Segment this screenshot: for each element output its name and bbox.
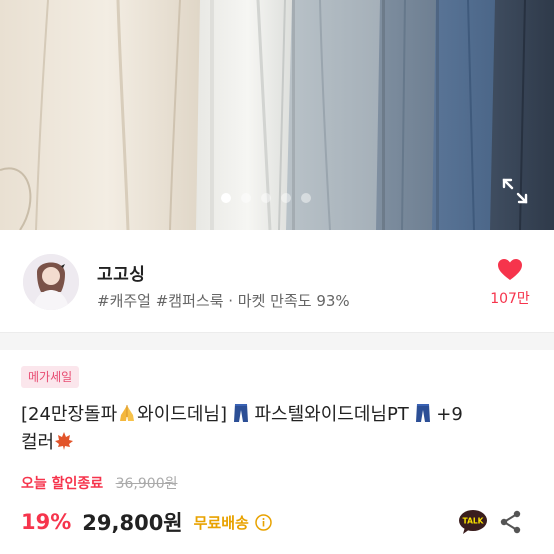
folded-hands-icon (120, 405, 135, 421)
section-divider (0, 332, 554, 350)
title-text: +9 (436, 404, 463, 425)
mega-sale-badge: 메가세일 (21, 366, 80, 388)
free-shipping-label: 무료배송 (193, 513, 249, 532)
title-text: 와이드데님] (137, 404, 227, 425)
discount-rate: 19% (21, 510, 72, 534)
sale-price: 29,800원 (82, 511, 183, 535)
product-image-carousel[interactable] (0, 0, 554, 230)
seller-info[interactable]: 고고싱 #캐주얼 #캠퍼스룩 · 마켓 만족도 93% 107만 (0, 230, 554, 332)
seller-avatar-image (23, 254, 79, 310)
seller-tags: #캐주얼 #캠퍼스룩 · 마켓 만족도 93% (97, 292, 350, 310)
product-title: [24만장돌파 와이드데님] 파스텔와이드데님PT +9 컬러 (21, 401, 531, 457)
carousel-dot[interactable] (281, 193, 291, 203)
carousel-dot[interactable] (261, 193, 271, 203)
svg-text:TALK: TALK (463, 517, 485, 526)
original-price: 36,900원 (115, 476, 178, 492)
price-row: 19% 29,800원 무료배송 (21, 507, 272, 537)
seller-avatar[interactable] (23, 254, 79, 310)
share-icon[interactable] (499, 510, 523, 534)
sale-info: 오늘 할인종료 36,900원 (21, 473, 177, 493)
carousel-dot[interactable] (301, 193, 311, 203)
info-icon[interactable] (255, 513, 272, 531)
carousel-indicator (221, 193, 311, 203)
like-count: 107만 (490, 291, 530, 307)
kakaotalk-icon[interactable]: TALK (458, 509, 488, 535)
expand-icon[interactable] (501, 177, 529, 205)
title-text: [24만장돌파 (21, 404, 118, 425)
sale-end-label: 오늘 할인종료 (21, 476, 104, 492)
heart-icon (498, 259, 522, 280)
jeans-icon (233, 404, 248, 422)
carousel-dot-active[interactable] (221, 193, 231, 203)
maple-leaf-icon (55, 432, 74, 450)
seller-name[interactable]: 고고싱 (97, 260, 145, 285)
like-button[interactable]: 107만 (488, 258, 532, 308)
title-text: 컬러 (21, 432, 55, 453)
title-text: 파스텔와이드데님PT (254, 404, 409, 425)
jeans-icon (415, 404, 430, 422)
carousel-dot[interactable] (241, 193, 251, 203)
